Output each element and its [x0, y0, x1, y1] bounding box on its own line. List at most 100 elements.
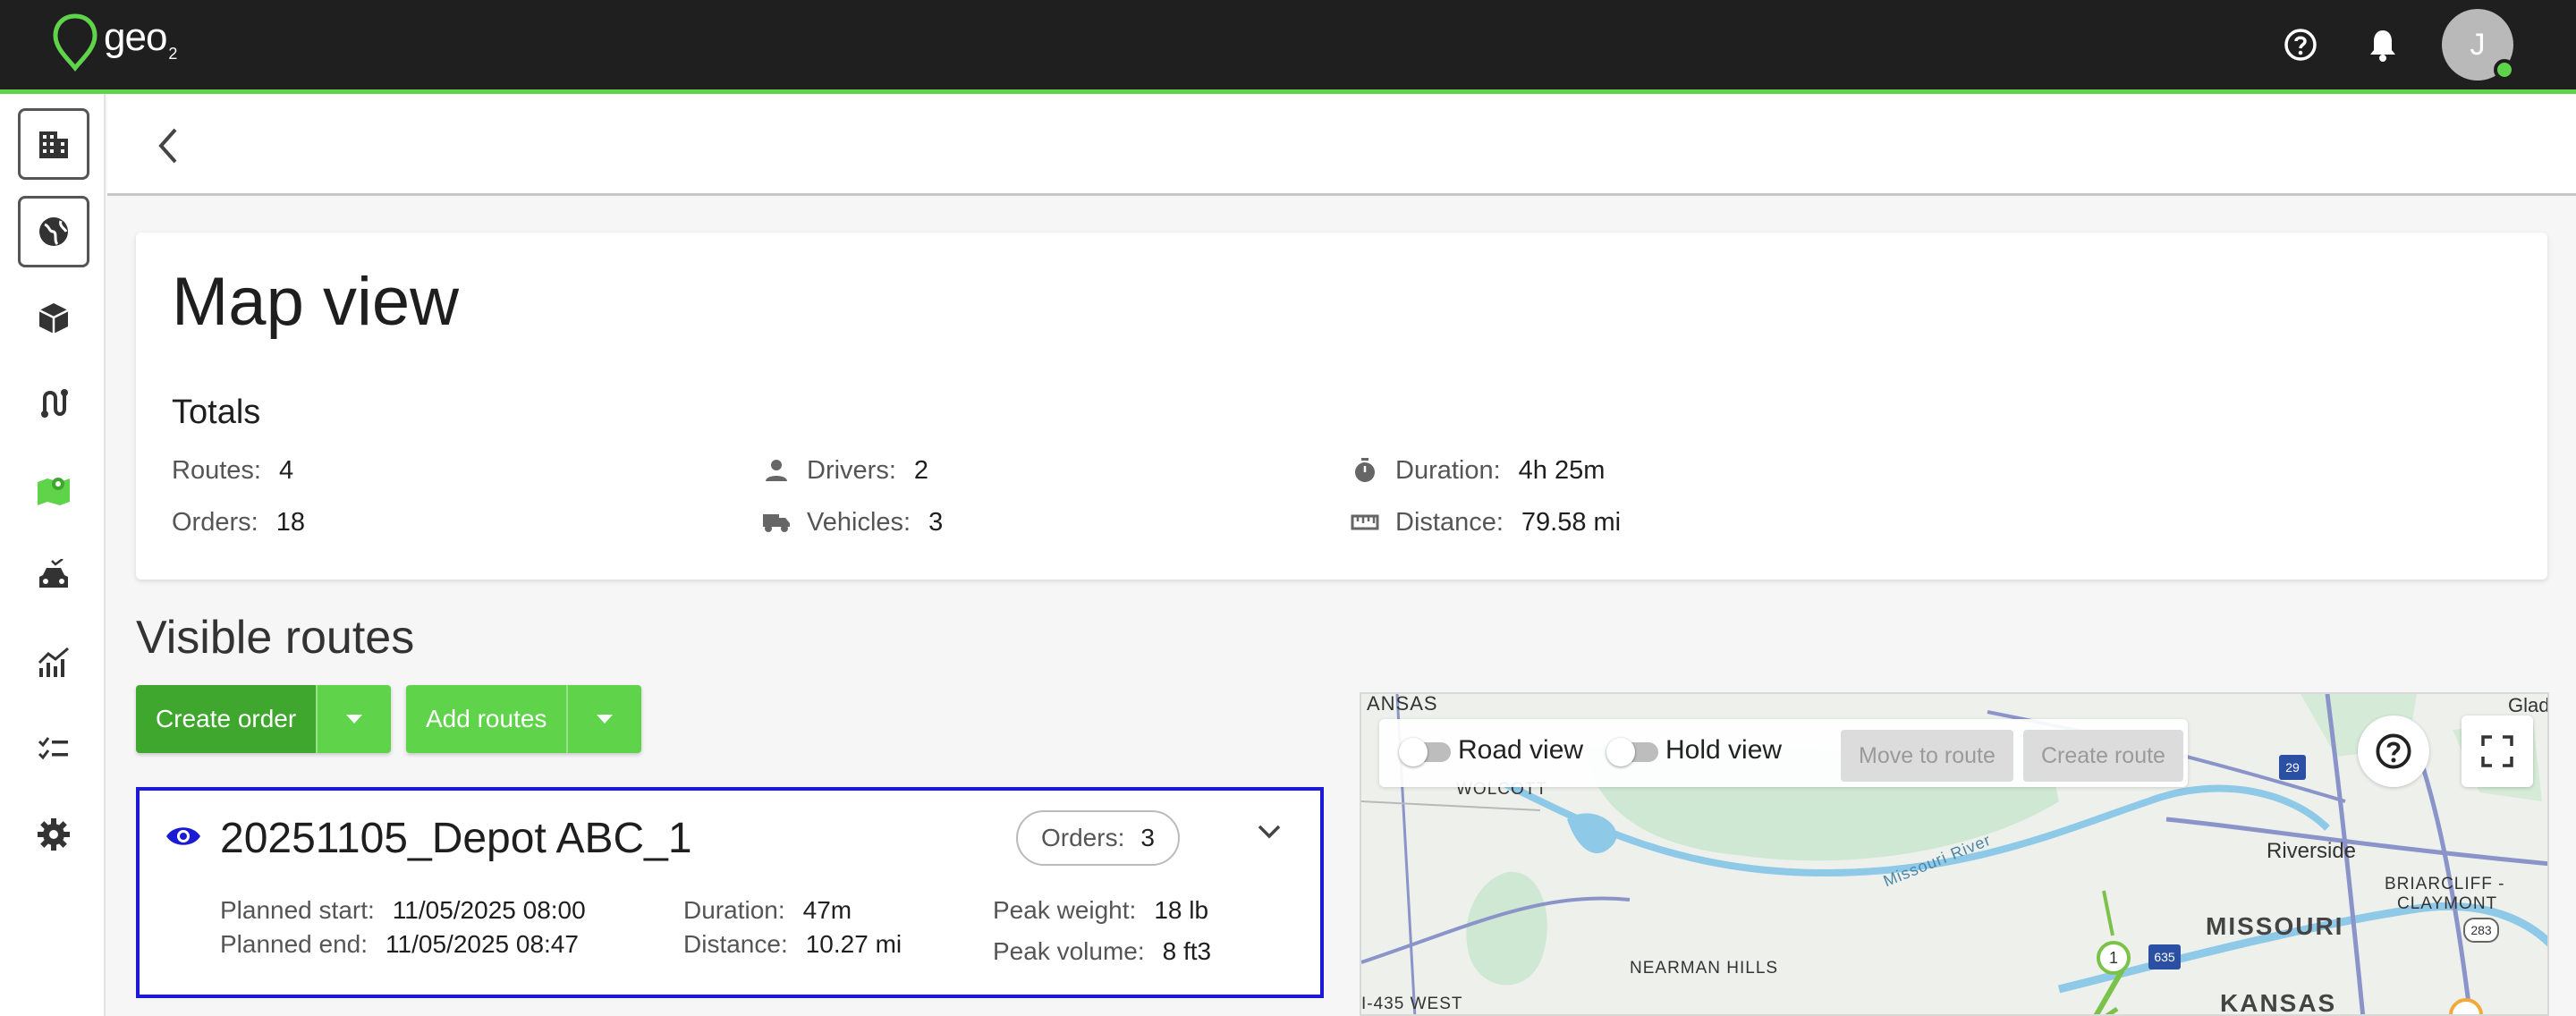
route-stop-marker[interactable]: 1 — [2097, 941, 2131, 975]
route-card[interactable]: 20251105_Depot ABC_1 Orders: 3 Planned s… — [136, 787, 1324, 998]
road-view-toggle[interactable] — [1399, 738, 1451, 766]
vehicles-value: 3 — [928, 507, 944, 537]
map-toolbar: Road view Hold view Move to route Create… — [1379, 719, 2188, 787]
sidebar-item-analytics[interactable] — [18, 627, 89, 698]
gear-icon — [38, 818, 70, 851]
peak-weight-value: 18 lb — [1154, 896, 1209, 924]
duration-label: Duration: — [1395, 455, 1501, 485]
map-label-briarcliff: BRIARCLIFF - — [2385, 875, 2505, 893]
sidebar-item-globe[interactable] — [18, 196, 89, 267]
app-logo[interactable]: geo 2 — [50, 13, 177, 77]
duration-stat: Duration: 4h 25m — [1349, 454, 1605, 487]
car-icon — [39, 559, 68, 588]
help-icon[interactable] — [2279, 23, 2322, 66]
bell-icon[interactable] — [2361, 23, 2404, 66]
fullscreen-button[interactable] — [2462, 715, 2533, 787]
truck-icon — [760, 506, 792, 538]
route-shield-283: 283 — [2463, 918, 2499, 943]
planned-end: Planned end: 11/05/2025 08:47 — [220, 930, 579, 959]
distance-stat: Distance: 79.58 mi — [1349, 506, 1621, 538]
interstate-shield-635: 635 — [2148, 944, 2181, 969]
create-route-button[interactable]: Create route — [2023, 730, 2183, 782]
peak-volume: Peak volume: 8 ft3 — [993, 937, 1211, 966]
routes-label: Routes: — [172, 456, 261, 485]
create-order-split-button: Create order — [136, 685, 392, 753]
peak-weight-label: Peak weight: — [993, 896, 1137, 924]
page-header — [107, 94, 2576, 196]
caret-down-icon — [597, 715, 614, 724]
visible-routes-title: Visible routes — [136, 612, 415, 664]
orders-stat: Orders: 18 — [172, 508, 305, 538]
route-distance: Distance: 10.27 mi — [683, 930, 902, 959]
location-pin-icon — [53, 13, 97, 72]
sidebar-item-orders[interactable] — [18, 282, 89, 353]
route-distance-label: Distance: — [683, 930, 788, 958]
route-orders-value: 3 — [1140, 824, 1155, 851]
duration-value: 4h 25m — [1518, 455, 1606, 485]
map-label-i435-west: I-435 WEST — [1361, 995, 1463, 1013]
create-order-button[interactable]: Create order — [136, 685, 317, 753]
route-duration-label: Duration: — [683, 896, 785, 924]
route-name: 20251105_Depot ABC_1 — [220, 815, 692, 862]
chevron-down-icon[interactable] — [1256, 823, 1283, 845]
distance-value: 79.58 mi — [1521, 507, 1622, 537]
sidebar-item-settings[interactable] — [18, 799, 89, 870]
peak-volume-label: Peak volume: — [993, 937, 1145, 965]
online-status-dot — [2494, 59, 2515, 80]
sidebar-item-vehicles[interactable] — [18, 541, 89, 613]
hold-view-toggle[interactable] — [1606, 738, 1658, 766]
planned-start-label: Planned start: — [220, 896, 375, 924]
route-distance-value: 10.27 mi — [805, 930, 902, 958]
eye-icon[interactable] — [165, 823, 202, 854]
vehicles-label: Vehicles: — [807, 507, 911, 537]
totals-card: Map view Totals Routes: 4 Orders: 18 Dri… — [136, 233, 2547, 580]
globe-icon — [39, 217, 68, 246]
planned-end-label: Planned end: — [220, 930, 369, 958]
boxes-icon — [38, 303, 69, 334]
routes-stat: Routes: 4 — [172, 456, 293, 486]
add-routes-button[interactable]: Add routes — [406, 685, 567, 753]
building-icon — [39, 131, 68, 158]
top-bar: geo 2 J — [0, 0, 2576, 89]
route-duration-value: 47m — [802, 896, 852, 924]
map-label-claymont: CLAYMONT — [2397, 894, 2498, 913]
route-duration: Duration: 47m — [683, 896, 852, 925]
orders-label: Orders: — [172, 508, 258, 537]
road-view-label: Road view — [1458, 735, 1584, 765]
logo-text: geo — [104, 15, 167, 59]
map-label-kansas-bottom: KANSAS — [2220, 989, 2337, 1016]
help-icon — [2376, 733, 2411, 769]
map-label-missouri: MISSOURI — [2206, 912, 2344, 940]
back-button[interactable] — [143, 121, 193, 171]
create-order-dropdown-button[interactable] — [316, 685, 392, 753]
distance-label: Distance: — [1395, 507, 1504, 537]
map-help-button[interactable] — [2358, 715, 2429, 787]
route-map[interactable]: ANSAS WOLCOTT Missouri River Riverside B… — [1360, 692, 2549, 1016]
chevron-left-icon — [158, 128, 177, 164]
move-to-route-button[interactable]: Move to route — [1841, 730, 2013, 782]
map-label-riverside: Riverside — [2267, 839, 2357, 863]
sidebar-item-map[interactable] — [18, 453, 89, 525]
page-title: Map view — [172, 264, 459, 340]
add-routes-dropdown-button[interactable] — [566, 685, 642, 753]
logo-subscript: 2 — [168, 45, 178, 63]
caret-down-icon — [346, 715, 363, 724]
drivers-value: 2 — [913, 455, 929, 485]
route-orders-badge: Orders: 3 — [1016, 810, 1180, 866]
sidebar-item-routes[interactable] — [18, 368, 89, 439]
map-label-nearman-hills: NEARMAN HILLS — [1630, 959, 1779, 978]
vehicles-stat: Vehicles: 3 — [760, 506, 943, 538]
sidebar-item-tasks[interactable] — [18, 713, 89, 784]
map-label-glad: Glad — [2508, 694, 2549, 716]
sidebar-item-buildings[interactable] — [18, 108, 89, 180]
planned-end-value: 11/05/2025 08:47 — [386, 930, 579, 958]
add-routes-split-button: Add routes — [406, 685, 642, 753]
chart-icon — [38, 647, 69, 677]
route-stop-number: 1 — [2108, 948, 2118, 967]
timer-icon — [1349, 454, 1381, 487]
planned-start-value: 11/05/2025 08:00 — [392, 896, 586, 924]
route-orders-label: Orders: — [1041, 824, 1125, 851]
avatar-initial: J — [2470, 27, 2486, 62]
ruler-icon — [1349, 506, 1381, 538]
drivers-stat: Drivers: 2 — [760, 454, 928, 487]
